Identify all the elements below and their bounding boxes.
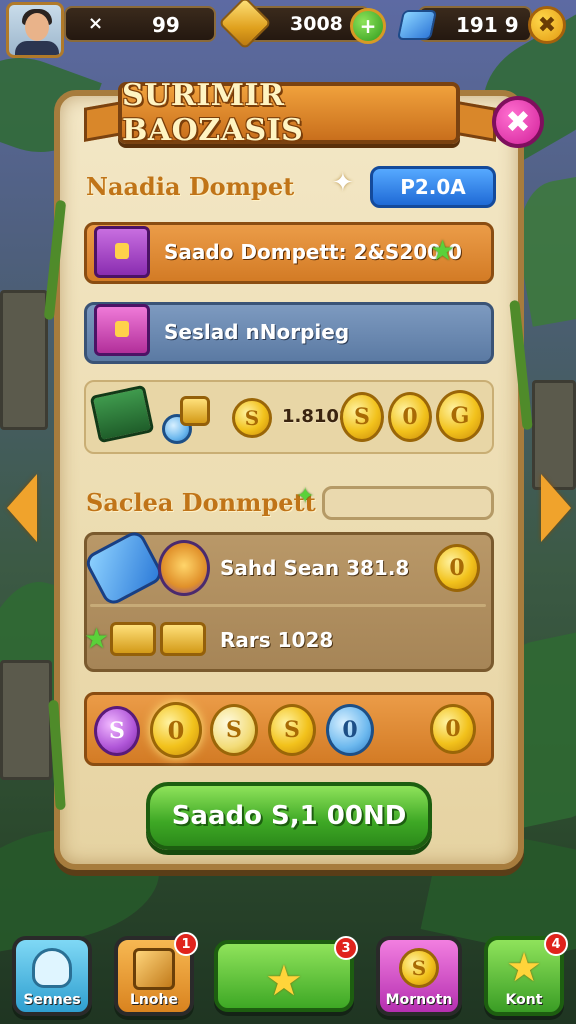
hud-resource-2-value: 3008	[290, 13, 343, 35]
section-1-action-button[interactable]: P2.0A	[370, 166, 496, 208]
title-banner: SURIMIR BAOZASIS	[118, 78, 460, 148]
coin-stack-icon	[160, 622, 206, 656]
previous-page-arrow[interactable]	[2, 450, 42, 566]
section-2-progress-bar	[322, 486, 494, 520]
gold-coin-icon: G	[436, 390, 484, 442]
chevron-left-icon	[7, 474, 37, 542]
nav-item-lnohe[interactable]: Lnohe 1	[114, 932, 198, 1016]
top-hud: × 99 3008 + 191 9 ✖	[0, 0, 576, 58]
next-page-arrow[interactable]	[536, 450, 576, 566]
reward-row-2-text: Rars 1028	[220, 628, 334, 652]
section-1-action-label: P2.0A	[400, 175, 466, 199]
pink-chest-icon	[94, 304, 150, 356]
close-icon: ✖	[505, 104, 531, 140]
green-star-icon: ★	[84, 622, 110, 655]
blue-crystal-icon	[396, 10, 438, 40]
hud-resource-1-value: 99	[152, 13, 180, 37]
section-2-title: Saclea Donmpett	[86, 488, 316, 517]
coin-stack-icon	[180, 396, 210, 426]
nav-item-label: Kont	[505, 992, 543, 1008]
purple-chest-icon	[94, 226, 150, 278]
nav-item-label: Lnohe	[130, 992, 178, 1008]
nav-item-mornotn[interactable]: S Mornotn	[376, 936, 462, 1016]
coin-icon: S	[399, 948, 439, 988]
coin-stack-icon	[110, 622, 156, 656]
hud-close-button[interactable]: ✖	[528, 6, 566, 44]
close-icon: ✖	[537, 12, 557, 38]
blue-coin-icon[interactable]: 0	[326, 704, 374, 756]
panel-title: SURIMIR BAOZASIS	[122, 78, 304, 148]
gold-coin-icon: 0	[388, 392, 432, 442]
hud-resource-3-value: 191 9	[456, 13, 519, 37]
gold-coin-icon: S	[340, 392, 384, 442]
nav-item-home[interactable]: ★ 3	[214, 936, 358, 1012]
gold-coin-icon[interactable]: 0	[430, 704, 476, 754]
chevron-right-icon	[541, 474, 571, 542]
stone-ruin-decoration	[0, 290, 48, 430]
green-star-icon: ★	[430, 234, 456, 267]
nav-item-label: Sennes	[23, 992, 81, 1008]
sparkle-icon: ✦	[332, 168, 354, 198]
multiplier-icon: ×	[88, 13, 104, 34]
gold-coin-icon[interactable]: S	[268, 704, 316, 756]
wallet-row-2-text: Seslad nNorpieg	[164, 320, 350, 344]
sparkle-star-icon: ✦	[296, 484, 315, 509]
nav-item-sennes[interactable]: Sennes	[12, 936, 92, 1016]
confirm-purchase-label: Saado S,1 00ND	[171, 801, 407, 831]
stone-ruin-decoration	[0, 660, 52, 780]
close-panel-button[interactable]: ✖	[492, 96, 544, 148]
gold-coin-icon[interactable]: S	[210, 704, 258, 756]
nav-item-label: Mornotn	[385, 992, 453, 1008]
hud-resource-1: × 99	[64, 6, 216, 42]
section-1-title: Naadia Dompet	[86, 172, 295, 201]
purple-coin-icon[interactable]: S	[94, 706, 140, 756]
add-gold-button[interactable]: +	[350, 8, 386, 44]
notification-badge: 4	[544, 932, 568, 956]
gold-coin-icon[interactable]: 0	[434, 544, 480, 592]
reward-row-1-text: Sahd Sean 381.8	[220, 556, 410, 580]
gold-coin-icon[interactable]: 0	[150, 702, 202, 758]
wallet-row-1-text: Saado Dompett: 2&S200 0	[164, 240, 462, 264]
confirm-purchase-button[interactable]: Saado S,1 00ND	[146, 782, 432, 850]
crate-icon	[133, 948, 175, 990]
star-icon: ★	[265, 956, 303, 1005]
notification-badge: 3	[334, 936, 358, 960]
hero-figure-icon	[158, 540, 210, 596]
nav-item-kont[interactable]: ★ Kont 4	[484, 932, 568, 1016]
ghost-icon	[32, 948, 72, 988]
star-icon: ★	[506, 945, 542, 991]
notification-badge: 1	[174, 932, 198, 956]
row-divider	[90, 604, 486, 607]
gold-coin-icon: S	[232, 398, 272, 438]
player-avatar[interactable]	[6, 2, 64, 58]
